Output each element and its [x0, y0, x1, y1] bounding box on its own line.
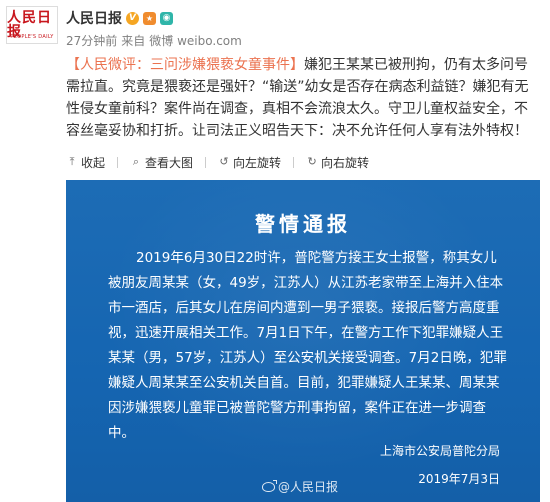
view-original-label: 查看大图: [145, 155, 194, 170]
account-name-row: 人民日报 V ★ ◉: [66, 8, 173, 28]
notice-title: 警情通报: [255, 212, 351, 236]
collapse-button[interactable]: ⤒ 收起: [66, 154, 105, 171]
avatar[interactable]: 人民日报 PEOPLE'S DAILY: [6, 6, 58, 44]
watermark-text: @人民日报: [278, 480, 339, 494]
source-prefix: 来自: [121, 34, 146, 48]
view-original-button[interactable]: ⌕ 查看大图: [130, 154, 193, 171]
notice-signature: 上海市公安局普陀分局: [379, 444, 500, 458]
post-header: 人民日报 PEOPLE'S DAILY 人民日报 V ★ ◉ 27分钟前 来自 …: [0, 0, 550, 56]
post-time[interactable]: 27分钟前: [66, 32, 117, 49]
rotate-left-icon: ↺: [219, 155, 229, 168]
post-source[interactable]: 微博 weibo.com: [149, 32, 242, 49]
medal-badge-icon[interactable]: ★: [143, 11, 156, 25]
camera-badge-icon[interactable]: ◉: [160, 11, 173, 25]
avatar-logo-subtext: PEOPLE'S DAILY: [10, 34, 54, 40]
collapse-icon: ⤒: [69, 155, 75, 168]
post-meta: 27分钟前 来自 微博 weibo.com: [66, 32, 242, 49]
notice-body: 2019年6月30日22时许，普陀警方接王女士报警，称其女儿被朋友周某某（女，4…: [108, 250, 507, 441]
rotate-right-button[interactable]: ↻ 向右旋转: [306, 154, 369, 171]
post-topic-link[interactable]: 【人民微评：三问涉嫌猥亵女童事件】: [66, 57, 304, 73]
magnify-icon: ⌕: [132, 155, 140, 168]
rotate-left-label: 向左旋转: [233, 155, 282, 170]
weibo-logo-icon: [262, 479, 277, 492]
image-toolbar: ⤒ 收起 ⌕ 查看大图 ↺ 向左旋转 ↻ 向右旋转: [66, 150, 370, 174]
rotate-right-icon: ↻: [307, 155, 317, 168]
notice-date: 2019年7月3日: [418, 472, 500, 486]
image-watermark: @人民日报: [262, 478, 338, 495]
account-name[interactable]: 人民日报: [66, 8, 122, 28]
post-image[interactable]: 警情通报 2019年6月30日22时许，普陀警方接王女士报警，称其女儿被朋友周某…: [66, 180, 540, 502]
verified-v-icon[interactable]: V: [126, 11, 139, 25]
toolbar-divider: [293, 156, 295, 168]
rotate-left-button[interactable]: ↺ 向左旋转: [218, 154, 281, 171]
toolbar-divider: [117, 156, 119, 168]
toolbar-divider: [205, 156, 207, 168]
rotate-right-label: 向右旋转: [321, 155, 370, 170]
post-text: 【人民微评：三问涉嫌猥亵女童事件】嫌犯王某某已被刑拘，仍有太多问号需拉直。究竟是…: [66, 54, 536, 142]
collapse-label: 收起: [81, 155, 106, 170]
